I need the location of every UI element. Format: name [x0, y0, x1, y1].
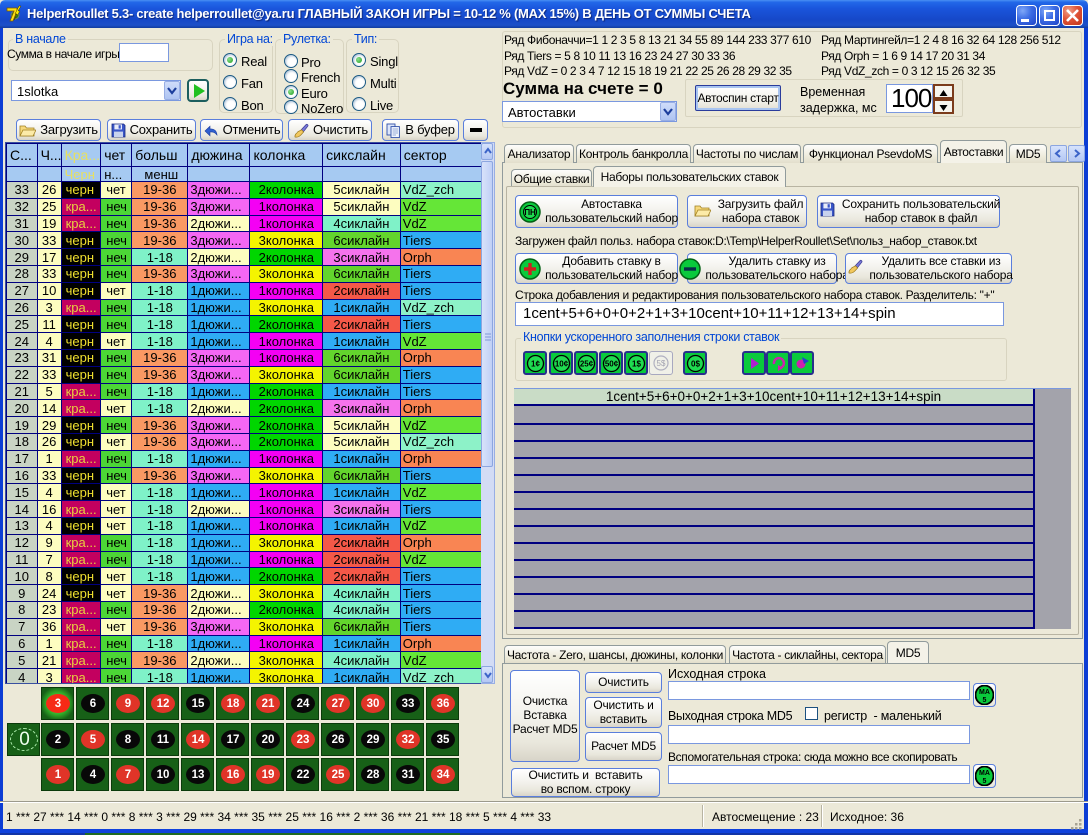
svg-text:MA: MA	[979, 689, 990, 696]
svg-text:1¢: 1¢	[531, 359, 540, 368]
svg-text:5$: 5$	[657, 359, 666, 368]
svg-text:ПН: ПН	[525, 207, 537, 216]
svg-text:10¢: 10¢	[554, 359, 568, 368]
svg-text:1$: 1$	[632, 359, 641, 368]
svg-text:5: 5	[983, 778, 987, 785]
svg-text:5: 5	[983, 697, 987, 704]
svg-text:25¢: 25¢	[579, 359, 593, 368]
svg-text:MA: MA	[979, 770, 990, 777]
svg-text:0$: 0$	[691, 359, 700, 368]
svg-text:50¢: 50¢	[604, 359, 618, 368]
